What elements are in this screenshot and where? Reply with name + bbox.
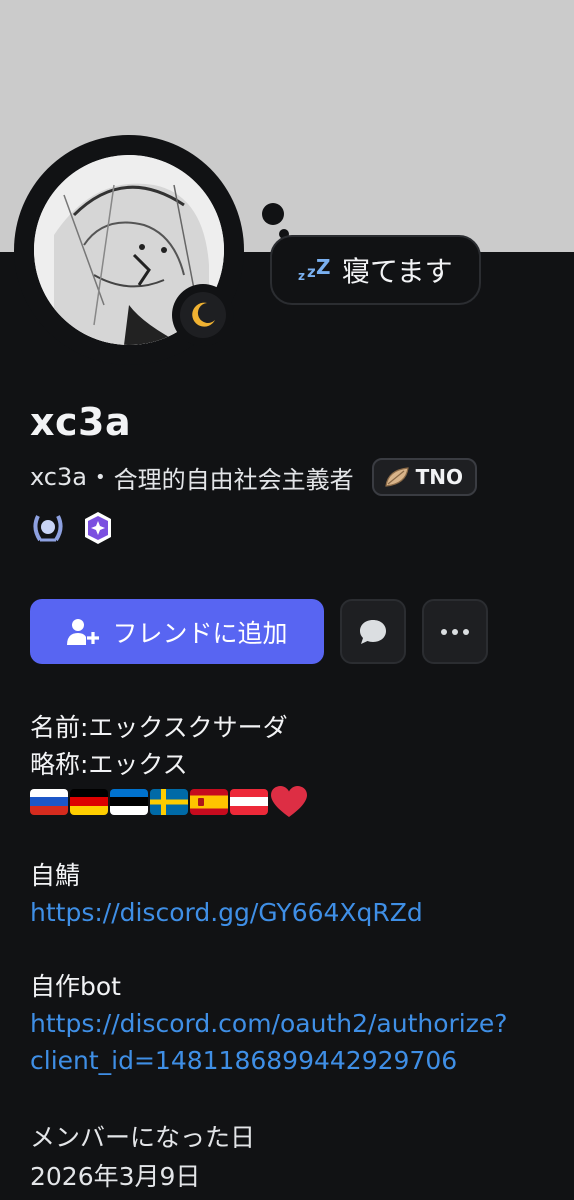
- profile-subline: xc3a • 合理的自由社会主義者 TNO: [30, 458, 477, 496]
- moon-icon: [192, 302, 215, 327]
- member-since-title: メンバーになった日: [30, 1123, 256, 1152]
- separator: •: [94, 466, 106, 488]
- germany-flag-icon: [70, 788, 108, 815]
- server-tag-label: TNO: [415, 465, 463, 489]
- bio-bot-label: 自作bot: [30, 972, 121, 1001]
- status-text: 寝てます: [342, 255, 453, 288]
- message-button[interactable]: [340, 599, 406, 664]
- bot-invite-link-line2[interactable]: client_id=1481186899442929706: [30, 1042, 508, 1079]
- zzz-icon: z z Z: [298, 255, 331, 283]
- bio-name-line: 名前:エックスクサーダ: [30, 713, 288, 742]
- austria-flag-icon: [230, 788, 268, 815]
- spain-flag-icon: [190, 788, 228, 815]
- status-bubble-dot: [262, 203, 284, 225]
- custom-status-bubble[interactable]: z z Z 寝てます: [270, 235, 481, 305]
- flag-row: [30, 783, 508, 820]
- badge-list: [30, 510, 116, 546]
- bio-section: 名前:エックスクサーダ 略称:エックス 自鯖 https://discord.g…: [30, 709, 508, 1079]
- member-since-date: 2026年3月9日: [30, 1162, 201, 1191]
- leaf-icon: [384, 467, 409, 487]
- display-name: xc3a: [30, 400, 132, 444]
- status-indicator: [172, 284, 234, 346]
- more-dots-icon: [441, 628, 469, 635]
- server-invite-link[interactable]: https://discord.gg/GY664XqRZd: [30, 894, 508, 931]
- estonia-flag-icon: [110, 788, 148, 815]
- bio-short-name-line: 略称:エックス: [30, 750, 188, 779]
- more-options-button[interactable]: [422, 599, 488, 664]
- nitro-badge-icon[interactable]: [80, 510, 116, 546]
- profile-page: z z Z 寝てます xc3a xc3a • 合理的自由社会主義者 TNO フレ…: [0, 0, 574, 1200]
- laurel-badge-icon[interactable]: [30, 510, 66, 546]
- pronouns: 合理的自由社会主義者: [113, 465, 354, 494]
- sweden-flag-icon: [150, 788, 188, 815]
- username: xc3a: [30, 463, 87, 491]
- server-tag[interactable]: TNO: [371, 458, 477, 496]
- chat-bubble-icon: [360, 619, 386, 644]
- bio-server-label: 自鯖: [30, 861, 81, 890]
- profile-actions: フレンドに追加: [30, 599, 488, 664]
- heart-icon: [271, 785, 307, 817]
- add-friend-label: フレンドに追加: [112, 618, 288, 648]
- add-friend-button[interactable]: フレンドに追加: [30, 599, 324, 664]
- add-friend-icon: [67, 618, 100, 645]
- bot-invite-link-line1[interactable]: https://discord.com/oauth2/authorize?: [30, 1005, 508, 1042]
- russia-flag-icon: [30, 788, 68, 815]
